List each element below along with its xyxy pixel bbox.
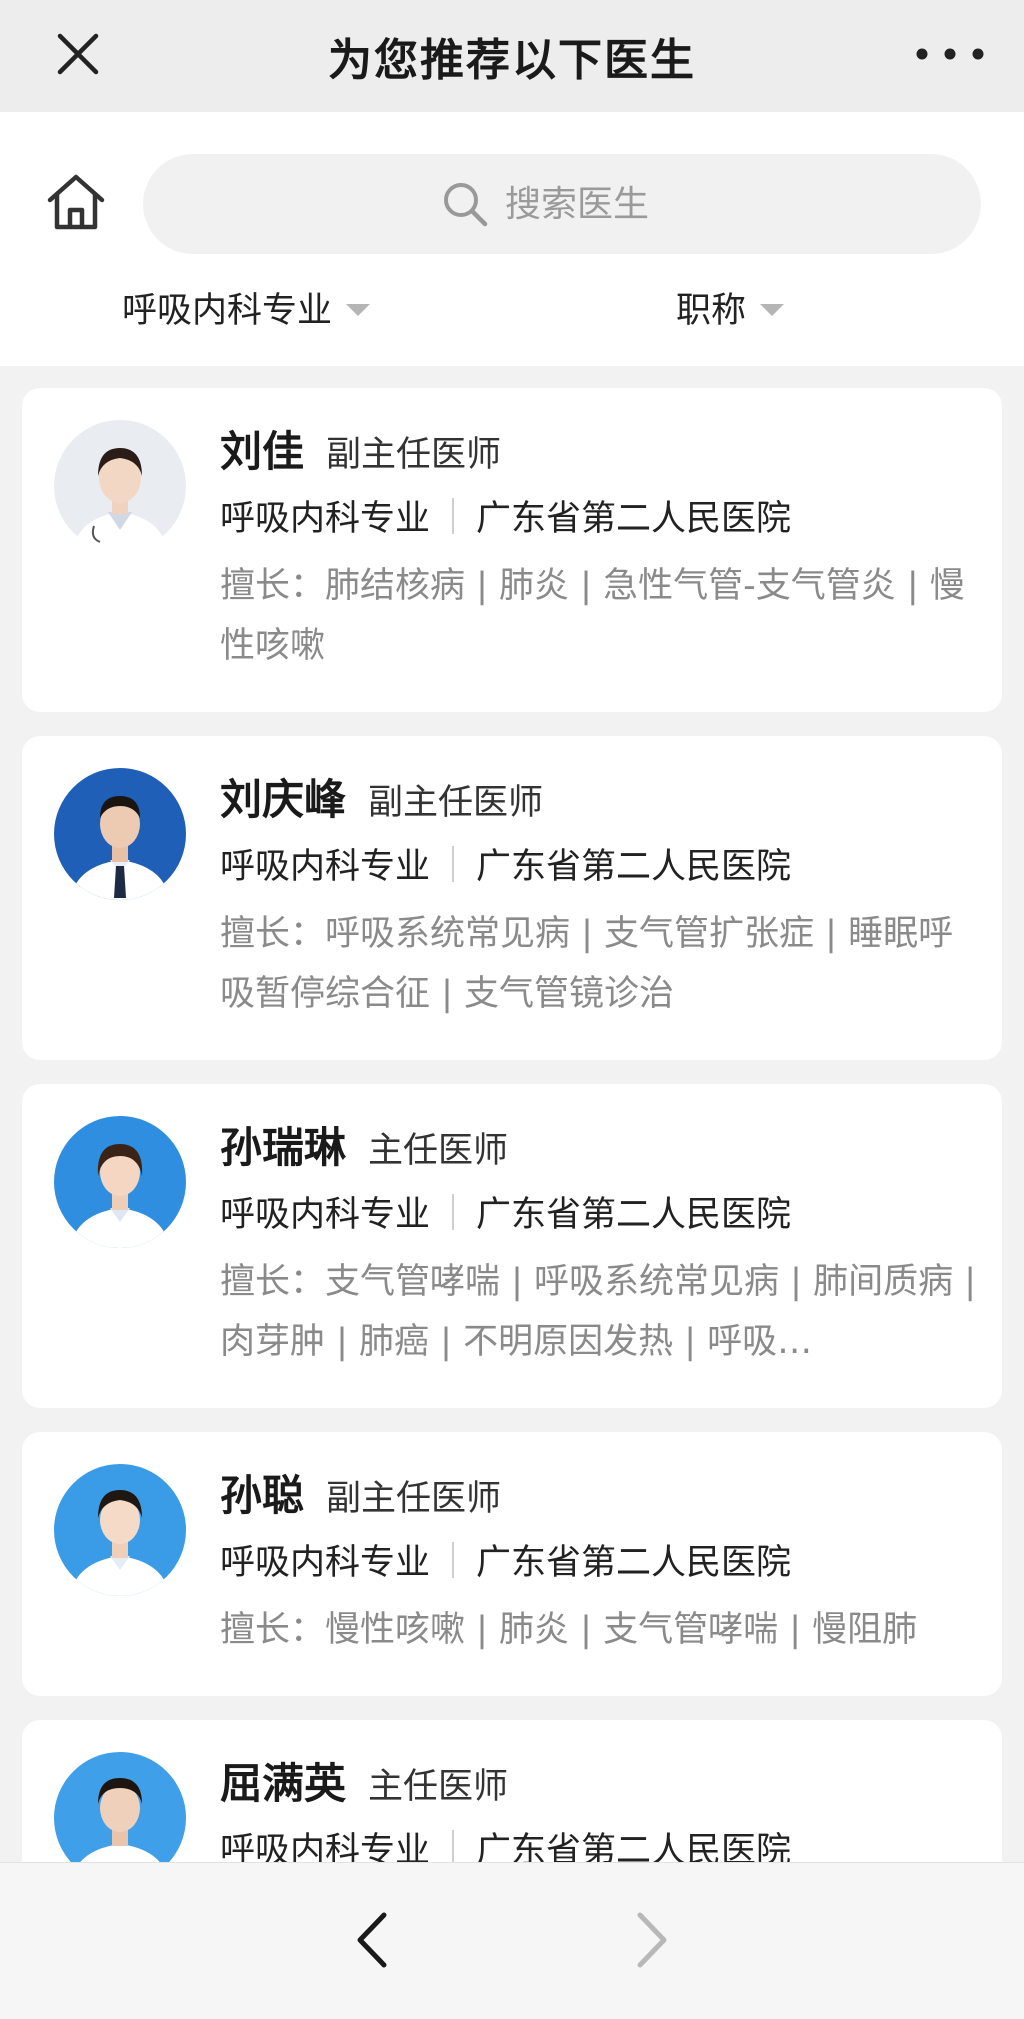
title-filter-label: 职称 (676, 291, 747, 331)
doctor-name: 刘佳 (220, 427, 305, 476)
home-icon[interactable] (44, 170, 108, 234)
doctor-name: 孙聪 (220, 1471, 305, 1520)
doctor-name: 刘庆峰 (220, 775, 347, 824)
doctor-affiliation: 呼吸内科专业 广东省第二人民医院 (220, 490, 791, 541)
doctor-list: 刘佳 副主任医师 呼吸内科专业 广东省第二人民医院 擅长：肺结核病 | 肺炎 |… (0, 366, 1024, 1862)
doctor-department: 呼吸内科专业 (220, 847, 431, 887)
doctor-card[interactable]: 孙聪 副主任医师 呼吸内科专业 广东省第二人民医院 擅长：慢性咳嗽 | 肺炎 |… (22, 1432, 1002, 1696)
doctor-avatar (54, 768, 186, 900)
doctor-affiliation: 呼吸内科专业 广东省第二人民医院 (220, 1186, 791, 1237)
doctor-expertise: 擅长：肺结核病 | 肺炎 | 急性气管-支气管炎 | 慢性咳嗽 (220, 566, 965, 666)
chevron-right-icon[interactable] (620, 1905, 680, 1975)
doctor-expertise: 擅长：慢性咳嗽 | 肺炎 | 支气管哮喘 | 慢阻肺 (220, 1610, 918, 1650)
doctor-hospital: 广东省第二人民医院 (476, 1831, 792, 1862)
close-icon[interactable] (50, 26, 106, 82)
doctor-department: 呼吸内科专业 (220, 499, 431, 539)
doctor-rank: 副主任医师 (326, 1479, 502, 1519)
specialty-filter[interactable]: 呼吸内科专业 (122, 282, 371, 333)
doctor-name-row: 孙聪 副主任医师 (220, 1462, 501, 1523)
doctor-affiliation: 呼吸内科专业 广东省第二人民医院 (220, 1822, 791, 1862)
divider (452, 1829, 455, 1862)
doctor-rank: 主任医师 (368, 1767, 509, 1807)
doctor-expertise: 擅长：呼吸系统常见病 | 支气管扩张症 | 睡眠呼吸暂停综合征 | 支气管镜诊治 (220, 914, 954, 1014)
doctor-hospital: 广东省第二人民医院 (476, 1543, 792, 1583)
search-input[interactable] (505, 183, 685, 225)
doctor-avatar (54, 1464, 186, 1596)
doctor-card[interactable]: 刘佳 副主任医师 呼吸内科专业 广东省第二人民医院 擅长：肺结核病 | 肺炎 |… (22, 388, 1002, 712)
caret-down-icon (760, 303, 785, 316)
title-filter[interactable]: 职称 (676, 282, 785, 333)
doctor-card[interactable]: 刘庆峰 副主任医师 呼吸内科专业 广东省第二人民医院 擅长：呼吸系统常见病 | … (22, 736, 1002, 1060)
bottom-nav-bar (0, 1862, 1024, 2019)
doctor-affiliation: 呼吸内科专业 广东省第二人民医院 (220, 838, 791, 889)
doctor-expertise: 擅长：支气管哮喘 | 呼吸系统常见病 | 肺间质病 | 肉芽肿 | 肺癌 | 不… (220, 1262, 977, 1362)
doctor-name-row: 孙瑞琳 主任医师 (220, 1114, 508, 1175)
divider (452, 497, 455, 534)
doctor-hospital: 广东省第二人民医院 (476, 1195, 792, 1235)
search-header: 呼吸内科专业 职称 (0, 112, 1024, 366)
doctor-hospital: 广东省第二人民医院 (476, 847, 792, 887)
more-icon[interactable] (912, 26, 988, 82)
doctor-department: 呼吸内科专业 (220, 1831, 431, 1862)
doctor-department: 呼吸内科专业 (220, 1195, 431, 1235)
search-icon (444, 183, 488, 227)
doctor-card[interactable]: 孙瑞琳 主任医师 呼吸内科专业 广东省第二人民医院 擅长：支气管哮喘 | 呼吸系… (22, 1084, 1002, 1408)
doctor-rank: 副主任医师 (368, 783, 544, 823)
caret-down-icon (346, 303, 371, 316)
doctor-department: 呼吸内科专业 (220, 1543, 431, 1583)
doctor-hospital: 广东省第二人民医院 (476, 499, 792, 539)
doctor-affiliation: 呼吸内科专业 广东省第二人民医院 (220, 1534, 791, 1585)
doctor-name: 孙瑞琳 (220, 1123, 347, 1172)
divider (452, 1193, 455, 1230)
doctor-avatar (54, 420, 186, 552)
specialty-filter-label: 呼吸内科专业 (122, 291, 333, 331)
doctor-avatar (54, 1752, 186, 1862)
page-title: 为您推荐以下医生 (328, 35, 696, 86)
top-bar: 为您推荐以下医生 (0, 0, 1024, 112)
doctor-rank: 主任医师 (368, 1131, 509, 1171)
doctor-name-row: 刘庆峰 副主任医师 (220, 766, 543, 827)
search-bar[interactable] (143, 154, 981, 254)
doctor-card[interactable]: 屈满英 主任医师 呼吸内科专业 广东省第二人民医院 (22, 1720, 1002, 1862)
doctor-avatar (54, 1116, 186, 1248)
page: 为您推荐以下医生 呼吸内科专业 职称 (0, 0, 1024, 2019)
doctor-name: 屈满英 (220, 1759, 347, 1808)
divider (452, 845, 455, 882)
doctor-rank: 副主任医师 (326, 435, 502, 475)
doctor-name-row: 屈满英 主任医师 (220, 1750, 508, 1811)
doctor-name-row: 刘佳 副主任医师 (220, 418, 501, 479)
chevron-left-icon[interactable] (344, 1905, 404, 1975)
divider (452, 1541, 455, 1578)
